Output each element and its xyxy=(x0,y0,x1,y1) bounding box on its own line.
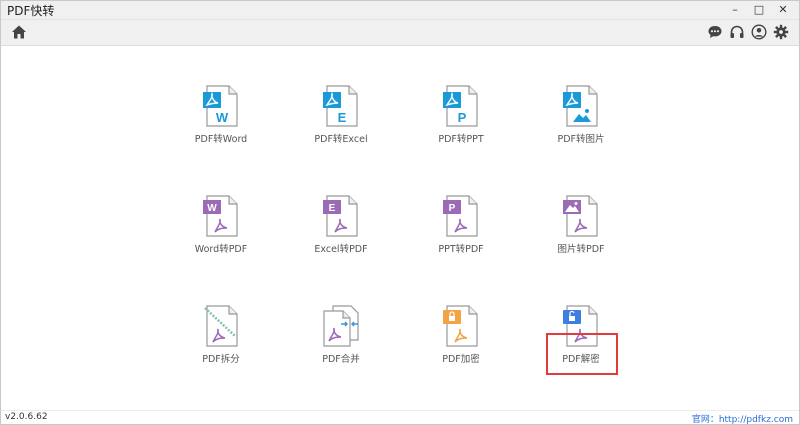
tool-badge: W xyxy=(207,203,217,214)
tool-label: PDF转PPT xyxy=(438,134,484,145)
tool-image-to-pdf[interactable]: 图片转PDF xyxy=(531,194,631,264)
tools-grid: W PDF转Word E PDF转Excel P PDF转PPT PDF转图片 … xyxy=(1,46,799,409)
tool-badge: P xyxy=(458,110,467,125)
pdf-to-excel-icon: E xyxy=(323,85,358,127)
tool-excel-to-pdf[interactable]: E Excel转PDF xyxy=(291,194,391,264)
user-icon[interactable] xyxy=(751,23,767,41)
toolbar-actions xyxy=(707,23,789,41)
app-window: PDF快转 – □ ✕ W PDF转Word E PDF转Excel P PDF… xyxy=(0,0,800,425)
pdf-merge-icon xyxy=(323,305,359,347)
tool-label: 图片转PDF xyxy=(557,244,605,255)
window-controls: – □ ✕ xyxy=(723,1,795,19)
tool-pdf-split[interactable]: PDF拆分 xyxy=(171,304,271,374)
pdf-to-ppt-icon: P xyxy=(443,85,478,127)
minimize-button[interactable]: – xyxy=(723,1,747,19)
tool-pdf-to-ppt[interactable]: P PDF转PPT xyxy=(411,84,511,154)
ppt-to-pdf-icon: P xyxy=(443,195,478,237)
tool-badge: P xyxy=(449,203,456,214)
pdf-to-image-icon xyxy=(563,85,598,127)
pdf-encrypt-icon xyxy=(443,305,478,347)
highlight-box xyxy=(546,333,618,375)
tool-label: PPT转PDF xyxy=(438,244,484,255)
pdf-split-icon xyxy=(204,305,238,347)
title-bar[interactable]: PDF快转 – □ ✕ xyxy=(1,1,799,20)
tool-pdf-to-image[interactable]: PDF转图片 xyxy=(531,84,631,154)
maximize-button[interactable]: □ xyxy=(747,1,771,19)
tool-label: Word转PDF xyxy=(194,244,248,255)
tool-label: PDF合并 xyxy=(322,354,360,365)
pdf-to-word-icon: W xyxy=(203,85,238,127)
toolbar xyxy=(1,20,799,46)
tool-word-to-pdf[interactable]: W Word转PDF xyxy=(171,194,271,264)
tool-pdf-encrypt[interactable]: PDF加密 xyxy=(411,304,511,374)
tool-pdf-to-excel[interactable]: E PDF转Excel xyxy=(291,84,391,154)
tool-ppt-to-pdf[interactable]: P PPT转PDF xyxy=(411,194,511,264)
status-bar: v2.0.6.62 官网：http://pdfkz.com xyxy=(1,410,799,424)
tool-label: PDF拆分 xyxy=(202,354,240,365)
home-icon[interactable] xyxy=(11,24,27,40)
image-to-pdf-icon xyxy=(563,195,598,237)
tool-pdf-merge[interactable]: PDF合并 xyxy=(291,304,391,374)
close-button[interactable]: ✕ xyxy=(771,1,795,19)
tool-label: PDF转Excel xyxy=(314,134,368,145)
tool-pdf-to-word[interactable]: W PDF转Word xyxy=(171,84,271,154)
version-label: v2.0.6.62 xyxy=(5,412,48,422)
tool-badge: E xyxy=(338,110,347,125)
window-title: PDF快转 xyxy=(7,4,55,18)
tool-label: PDF转图片 xyxy=(557,134,605,145)
excel-to-pdf-icon: E xyxy=(323,195,358,237)
word-to-pdf-icon: W xyxy=(203,195,238,237)
chat-icon[interactable] xyxy=(707,23,723,41)
gear-icon[interactable] xyxy=(773,23,789,41)
tool-label: Excel转PDF xyxy=(314,244,368,255)
tool-badge: W xyxy=(216,110,229,125)
website-link[interactable]: 官网：http://pdfkz.com xyxy=(692,412,793,424)
tool-label: PDF加密 xyxy=(442,354,480,365)
tool-badge: E xyxy=(329,203,336,214)
headset-icon[interactable] xyxy=(729,23,745,41)
tool-label: PDF转Word xyxy=(194,134,248,145)
